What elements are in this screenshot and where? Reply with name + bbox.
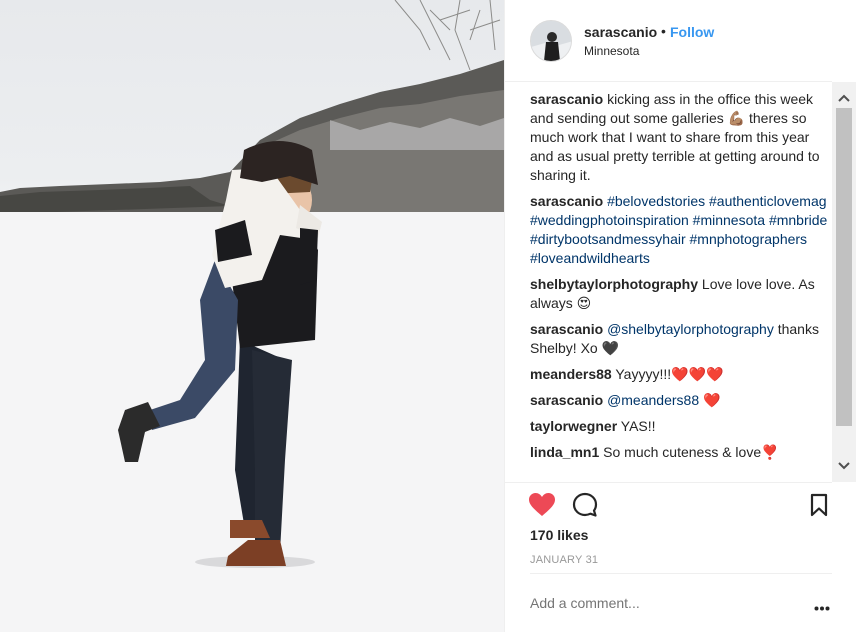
- post-photo[interactable]: [0, 0, 504, 632]
- follow-button[interactable]: Follow: [670, 24, 714, 40]
- comment-username[interactable]: linda_mn1: [530, 444, 599, 460]
- post-side-panel: sarascanio • Follow Minnesota sarascanio…: [505, 0, 856, 632]
- comment-text: Yayyyy!!!❤️❤️❤️: [615, 366, 724, 382]
- comment-divider: [530, 573, 832, 574]
- mention-link[interactable]: @meanders88: [607, 392, 699, 408]
- comment-username[interactable]: sarascanio: [530, 91, 603, 107]
- mention-link[interactable]: @shelbytaylorphotography: [607, 321, 774, 337]
- add-comment-input[interactable]: [530, 595, 800, 611]
- comment-item: meanders88 Yayyyy!!!❤️❤️❤️: [530, 365, 832, 384]
- comment-username[interactable]: meanders88: [530, 366, 612, 382]
- heart-icon[interactable]: [528, 492, 556, 521]
- post-header: sarascanio • Follow Minnesota: [505, 0, 832, 82]
- comment-text: ❤️: [703, 392, 721, 408]
- comment-item: shelbytaylorphotography Love love love. …: [530, 275, 832, 313]
- post-date[interactable]: JANUARY 31: [530, 554, 598, 566]
- avatar-image: [531, 21, 571, 61]
- comments-list[interactable]: sarascanio kicking ass in the office thi…: [530, 90, 832, 482]
- comment-text: YAS!!: [620, 418, 656, 434]
- location-link[interactable]: Minnesota: [584, 44, 639, 58]
- scroll-down-arrow[interactable]: [832, 454, 856, 478]
- action-bar: [505, 482, 832, 528]
- comment-username[interactable]: sarascanio: [530, 392, 603, 408]
- header-separator: •: [661, 23, 666, 39]
- comment-item: taylorwegner YAS!!: [530, 417, 832, 436]
- comment-bubble-icon[interactable]: [572, 492, 598, 521]
- comment-item: sarascanio @meanders88 ❤️: [530, 391, 832, 410]
- scrollbar-thumb[interactable]: [836, 108, 852, 426]
- comment-username[interactable]: shelbytaylorphotography: [530, 276, 698, 292]
- instagram-post-modal: sarascanio • Follow Minnesota sarascanio…: [0, 0, 856, 632]
- comment-username[interactable]: taylorwegner: [530, 418, 617, 434]
- comment-text: So much cuteness & love❣️: [603, 444, 779, 460]
- comment-item: sarascanio #belovedstories #authenticlov…: [530, 192, 832, 268]
- comment-item: linda_mn1 So much cuteness & love❣️: [530, 443, 832, 462]
- comment-item: sarascanio @shelbytaylorphotography than…: [530, 320, 832, 358]
- comment-username[interactable]: sarascanio: [530, 321, 603, 337]
- scroll-up-arrow[interactable]: [832, 86, 856, 110]
- photo-illustration: [0, 0, 504, 632]
- comment-username[interactable]: sarascanio: [530, 193, 603, 209]
- avatar[interactable]: [530, 20, 572, 62]
- caption: sarascanio kicking ass in the office thi…: [530, 90, 832, 185]
- like-count[interactable]: 170 likes: [530, 527, 588, 543]
- more-options-icon[interactable]: [814, 598, 830, 614]
- comments-scrollbar[interactable]: [832, 82, 856, 482]
- header-username[interactable]: sarascanio: [584, 24, 657, 40]
- bookmark-icon[interactable]: [809, 493, 829, 520]
